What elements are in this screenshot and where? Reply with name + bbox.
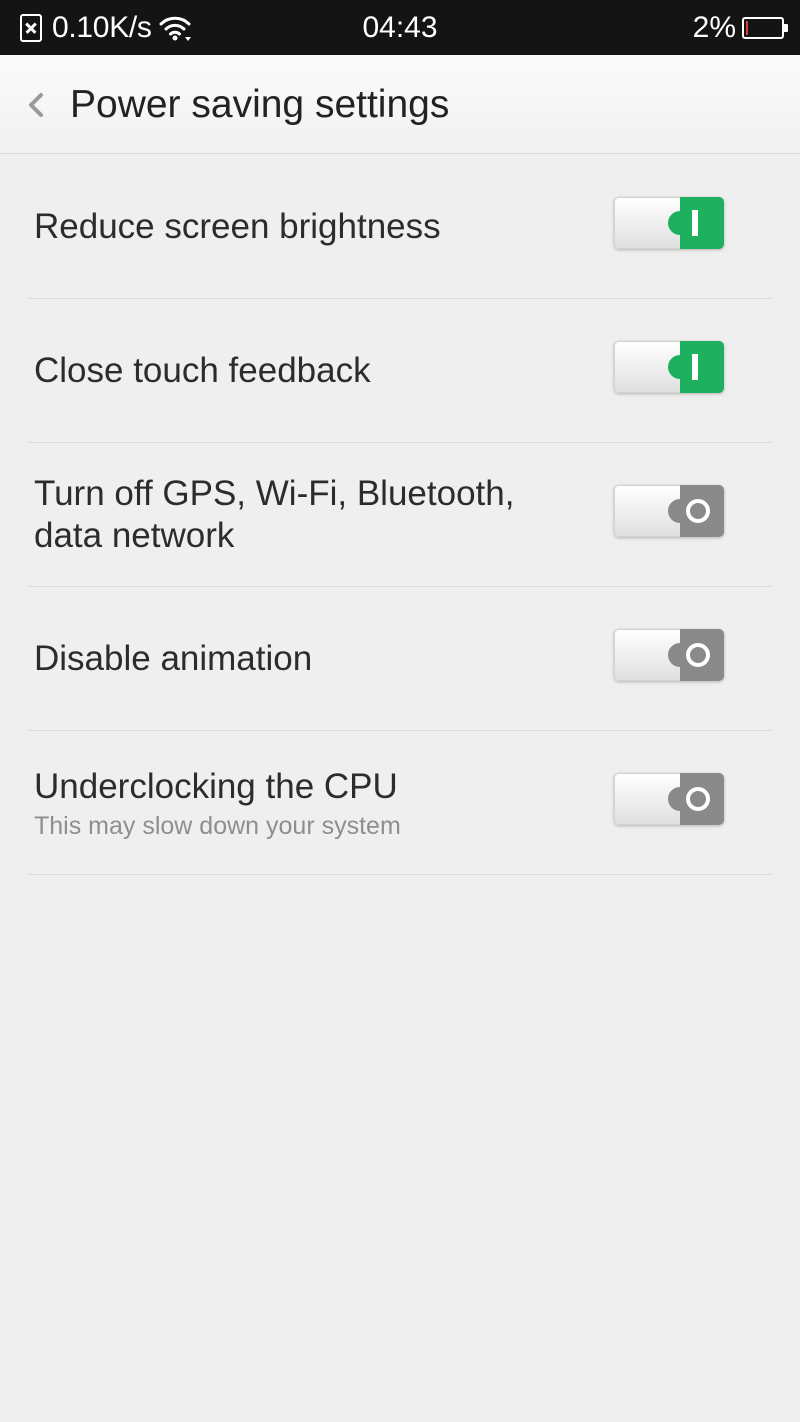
setting-label: Reduce screen brightness bbox=[34, 207, 441, 246]
setting-label: Turn off GPS, Wi-Fi, Bluetooth, data net… bbox=[34, 474, 515, 555]
setting-text: Turn off GPS, Wi-Fi, Bluetooth, data net… bbox=[34, 443, 554, 587]
underclock-cpu-toggle[interactable] bbox=[614, 773, 724, 825]
setting-text: Reduce screen brightness bbox=[34, 155, 554, 299]
turn-off-radios-toggle[interactable] bbox=[614, 485, 724, 537]
setting-row-touch-feedback[interactable]: Close touch feedback bbox=[27, 299, 773, 443]
toggle-off-icon bbox=[686, 787, 710, 811]
status-bar-right: 2% bbox=[692, 0, 788, 55]
app-header: Power saving settings bbox=[0, 55, 800, 154]
page-title: Power saving settings bbox=[70, 83, 450, 126]
chevron-left-icon bbox=[29, 93, 43, 117]
setting-row-reduce-brightness[interactable]: Reduce screen brightness bbox=[27, 155, 773, 299]
toggle-on-icon bbox=[692, 354, 698, 380]
setting-label: Underclocking the CPU bbox=[34, 766, 398, 806]
reduce-brightness-toggle[interactable] bbox=[614, 197, 724, 249]
setting-row-turn-off-radios[interactable]: Turn off GPS, Wi-Fi, Bluetooth, data net… bbox=[27, 443, 773, 587]
toggle-off-icon bbox=[686, 643, 710, 667]
battery-icon bbox=[742, 16, 788, 39]
back-button[interactable] bbox=[18, 85, 54, 125]
disable-animation-toggle[interactable] bbox=[614, 629, 724, 681]
toggle-knob bbox=[668, 341, 724, 393]
setting-row-underclock-cpu[interactable]: Underclocking the CPU This may slow down… bbox=[27, 731, 773, 875]
setting-row-disable-animation[interactable]: Disable animation bbox=[27, 587, 773, 731]
battery-level bbox=[746, 20, 748, 35]
setting-label: Close touch feedback bbox=[34, 351, 371, 390]
toggle-on-icon bbox=[692, 210, 698, 236]
setting-text: Underclocking the CPU This may slow down… bbox=[34, 731, 554, 875]
toggle-knob bbox=[668, 197, 724, 249]
setting-text: Close touch feedback bbox=[34, 299, 554, 443]
status-bar: 0.10K/s 04:43 2% bbox=[0, 0, 800, 55]
clock: 04:43 bbox=[362, 11, 438, 44]
battery-percent: 2% bbox=[692, 10, 736, 44]
setting-text: Disable animation bbox=[34, 587, 554, 731]
setting-subtitle: This may slow down your system bbox=[34, 811, 401, 840]
toggle-off-icon bbox=[686, 499, 710, 523]
setting-label: Disable animation bbox=[34, 639, 313, 678]
touch-feedback-toggle[interactable] bbox=[614, 341, 724, 393]
settings-list: Reduce screen brightness Close touch fee… bbox=[0, 155, 800, 875]
